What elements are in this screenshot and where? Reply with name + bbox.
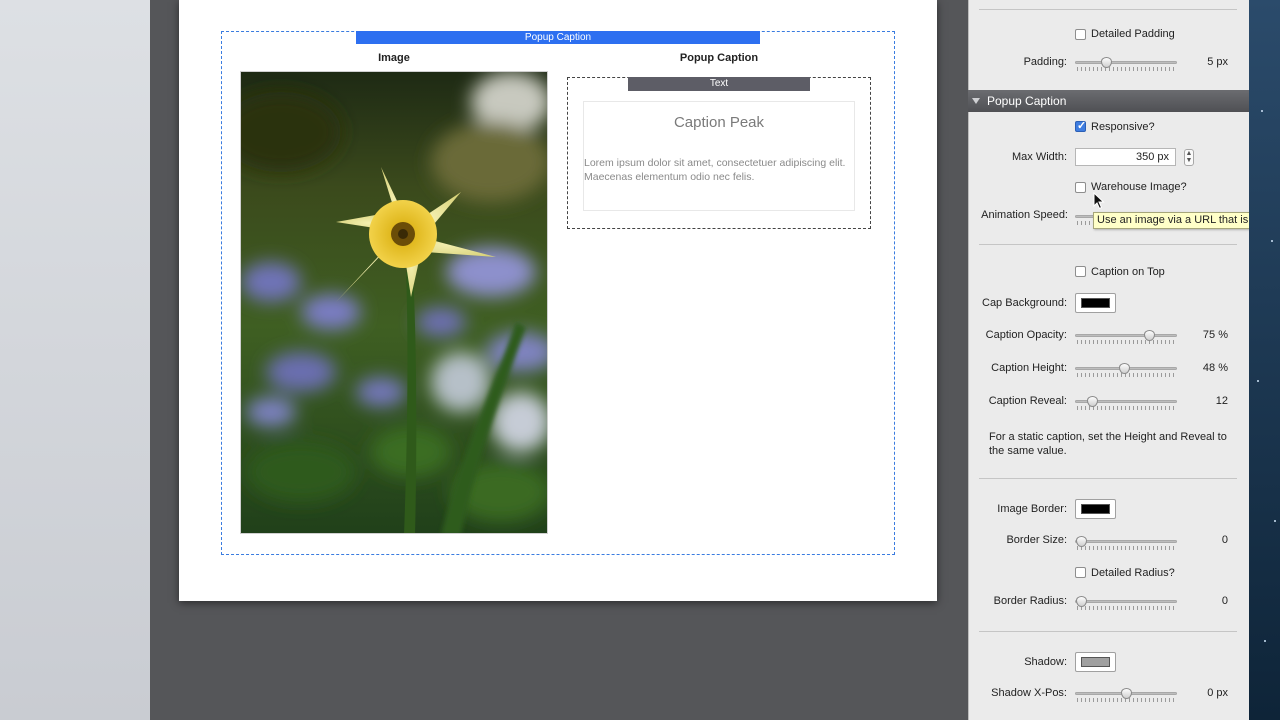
text-element-tab[interactable]: Text xyxy=(628,77,810,91)
padding-label: Padding: xyxy=(1023,56,1067,68)
caption-height-value: 48 % xyxy=(1202,362,1228,374)
caption-body-text[interactable]: Lorem ipsum dolor sit amet, consectetuer… xyxy=(584,157,846,184)
image-border-label: Image Border: xyxy=(997,503,1067,515)
caption-reveal-value: 12 xyxy=(1215,395,1228,407)
animation-speed-label: Animation Speed: xyxy=(981,209,1068,221)
max-width-label: Max Width: xyxy=(1011,151,1067,163)
cap-background-label: Cap Background: xyxy=(982,297,1067,309)
cap-background-color-well[interactable] xyxy=(1075,293,1116,313)
detailed-radius-checkbox[interactable] xyxy=(1075,567,1086,578)
caption-on-top-checkbox[interactable] xyxy=(1075,266,1086,277)
popup-caption-section-header[interactable]: Popup Caption xyxy=(968,90,1249,112)
shadow-color-well[interactable] xyxy=(1075,652,1116,672)
detailed-padding-checkbox[interactable] xyxy=(1075,29,1086,40)
responsive-checkbox[interactable] xyxy=(1075,119,1086,132)
caption-on-top-label: Caption on Top xyxy=(1091,266,1165,278)
detailed-padding-label: Detailed Padding xyxy=(1091,28,1175,40)
border-radius-label: Border Radius: xyxy=(993,595,1067,607)
panel-divider xyxy=(979,478,1237,479)
shadow-xpos-label: Shadow X-Pos: xyxy=(991,687,1067,699)
caption-opacity-slider[interactable] xyxy=(1075,330,1177,345)
caption-reveal-label: Caption Reveal: xyxy=(988,395,1067,407)
caption-opacity-label: Caption Opacity: xyxy=(985,329,1067,341)
desktop-background-right xyxy=(1249,0,1280,720)
caption-help-text: For a static caption, set the Height and… xyxy=(989,431,1227,457)
warehouse-image-label: Warehouse Image? xyxy=(1091,181,1187,193)
slider-knob[interactable] xyxy=(1086,396,1098,407)
warehouse-image-checkbox[interactable] xyxy=(1075,182,1086,193)
shadow-label: Shadow: xyxy=(1024,656,1067,668)
responsive-label: Responsive? xyxy=(1091,121,1155,133)
caption-height-label: Caption Height: xyxy=(991,362,1067,374)
disclosure-triangle-icon[interactable] xyxy=(972,98,980,104)
border-radius-slider[interactable] xyxy=(1075,596,1177,611)
popup-caption-tab[interactable]: Popup Caption xyxy=(356,31,760,44)
max-width-input[interactable]: 350 px xyxy=(1075,148,1176,166)
border-size-slider[interactable] xyxy=(1075,536,1177,551)
daffodil-photo[interactable] xyxy=(240,71,548,534)
desktop-background-left xyxy=(0,0,150,720)
padding-slider[interactable] xyxy=(1075,57,1177,72)
caption-reveal-slider[interactable] xyxy=(1075,396,1177,411)
slider-knob[interactable] xyxy=(1143,330,1155,341)
caption-height-slider[interactable] xyxy=(1075,363,1177,378)
shadow-xpos-slider[interactable] xyxy=(1075,688,1177,703)
image-border-color-well[interactable] xyxy=(1075,499,1116,519)
panel-divider xyxy=(979,9,1237,10)
shadow-xpos-value: 0 px xyxy=(1207,687,1228,699)
border-size-label: Border Size: xyxy=(1006,534,1067,546)
detailed-radius-label: Detailed Radius? xyxy=(1091,567,1175,579)
caption-title[interactable]: Caption Peak xyxy=(583,114,855,131)
image-heading: Image xyxy=(378,52,410,64)
padding-value: 5 px xyxy=(1207,56,1228,68)
panel-divider xyxy=(979,244,1237,245)
border-radius-value: 0 xyxy=(1221,595,1228,607)
panel-divider xyxy=(979,631,1237,632)
caption-heading: Popup Caption xyxy=(679,52,759,64)
border-size-value: 0 xyxy=(1221,534,1228,546)
arrow-cursor-icon xyxy=(1093,192,1105,210)
photo-image xyxy=(241,72,547,533)
caption-opacity-value: 75 % xyxy=(1202,329,1228,341)
stepper-arrows-icon[interactable]: ▲ ▼ xyxy=(1184,149,1194,166)
